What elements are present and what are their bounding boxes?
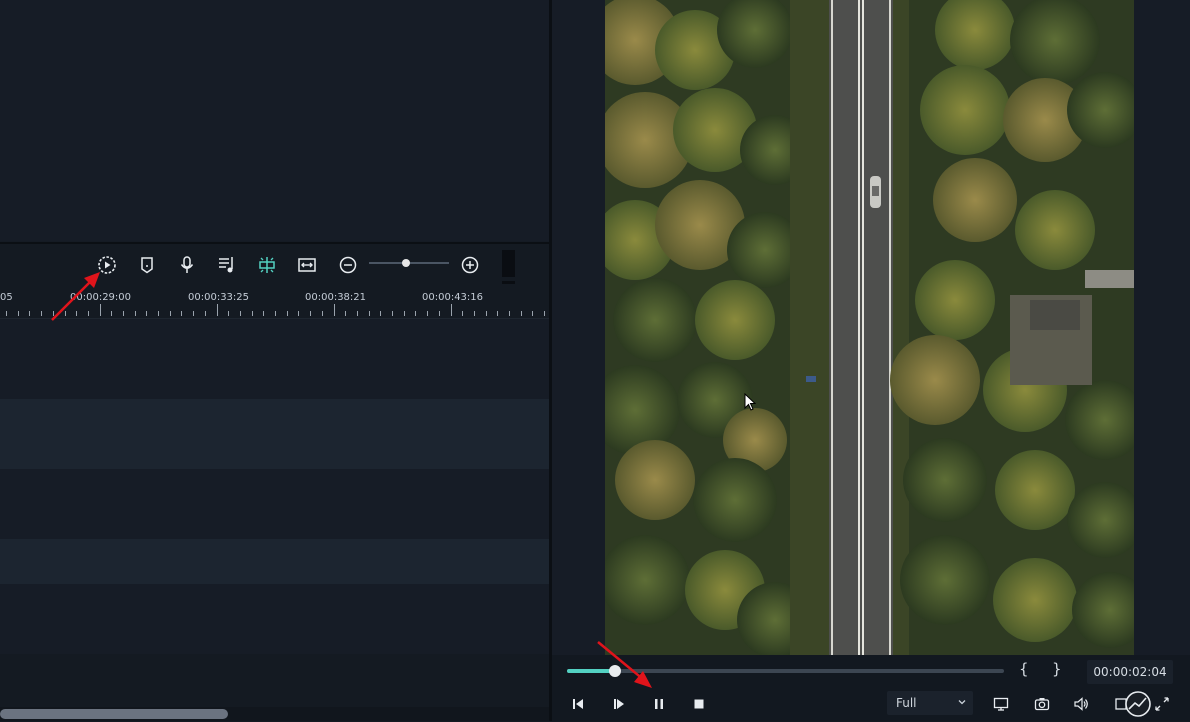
panel-layout-toggle[interactable] (502, 250, 531, 308)
ruler-label: 00:00:38:21 (305, 292, 367, 303)
ruler-label: 00:00:33:25 (188, 292, 250, 303)
ruler-tick (240, 311, 241, 316)
ruler-tick (29, 311, 30, 316)
video-frame (605, 0, 1134, 655)
timeline-zoom-thumb[interactable] (402, 259, 410, 267)
mark-out-button[interactable]: } (1052, 660, 1062, 678)
mouse-cursor-icon (744, 393, 756, 411)
timeline-track[interactable] (0, 399, 549, 469)
ruler-tick (497, 311, 498, 316)
ruler-tick (334, 304, 335, 316)
timecode-display: 00:00:02:04 (1087, 660, 1173, 684)
timeline-track[interactable] (0, 654, 549, 707)
ruler-tick (111, 311, 112, 316)
ruler-tick (18, 311, 19, 316)
play-icon[interactable] (609, 694, 629, 714)
preview-quality-select[interactable]: Full (887, 691, 973, 715)
ruler-tick (451, 304, 452, 316)
ruler-tick (123, 311, 124, 316)
ruler-tick (146, 311, 147, 316)
ruler-tick (345, 311, 346, 316)
snapshot-icon[interactable] (1032, 694, 1052, 714)
stop-icon[interactable] (689, 694, 709, 714)
fullscreen-icon[interactable] (1152, 694, 1172, 714)
pause-icon[interactable] (649, 694, 669, 714)
zoom-out-icon[interactable] (336, 253, 360, 277)
zoom-in-icon[interactable] (458, 253, 482, 277)
ruler-tick (474, 311, 475, 316)
mark-in-button[interactable]: { (1019, 660, 1029, 678)
timeline-track[interactable] (0, 539, 549, 584)
snap-icon[interactable] (255, 253, 279, 277)
ruler-tick (380, 311, 381, 316)
ruler-tick (521, 311, 522, 316)
ruler-tick (392, 311, 393, 316)
ruler-tick (509, 311, 510, 316)
ruler-tick (170, 311, 171, 316)
ruler-tick (158, 311, 159, 316)
volume-icon[interactable] (1071, 694, 1091, 714)
ruler-tick (6, 311, 7, 316)
ruler-tick (135, 311, 136, 316)
audio-mixer-icon[interactable] (215, 253, 239, 277)
preview-quality-label: Full (896, 696, 917, 710)
editor-left-pane: 05 00:00:29:00 00:00:33:25 00:00:38:21 0… (0, 0, 549, 721)
ruler-tick (462, 311, 463, 316)
ruler-tick (193, 311, 194, 316)
ruler-tick (322, 311, 323, 316)
fit-timeline-icon[interactable] (295, 253, 319, 277)
ruler-tick (544, 311, 545, 316)
ruler-tick (310, 311, 311, 316)
ruler-tick (263, 311, 264, 316)
previous-frame-icon[interactable] (568, 694, 588, 714)
ruler-tick (217, 304, 218, 316)
ruler-tick (41, 311, 42, 316)
ruler-tick (404, 311, 405, 316)
ruler-tick (427, 311, 428, 316)
ruler-label: 00:00:43:16 (422, 292, 484, 303)
microphone-icon[interactable] (175, 253, 199, 277)
ruler-tick (287, 311, 288, 316)
timeline-track[interactable] (0, 469, 549, 539)
ruler-tick (181, 311, 182, 316)
timeline-track[interactable] (0, 319, 549, 399)
media-library-area (0, 0, 549, 241)
ruler-tick (486, 311, 487, 316)
ruler-tick (532, 311, 533, 316)
performance-overlay-icon (1124, 690, 1152, 718)
annotation-arrow-icon (597, 641, 652, 688)
annotation-arrow-icon (51, 272, 100, 321)
ruler-tick (439, 311, 440, 316)
ruler-label: 05 (0, 292, 13, 303)
ruler-tick (357, 311, 358, 316)
ruler-tick (252, 311, 253, 316)
ruler-tick (205, 311, 206, 316)
timeline-scrollbar[interactable] (0, 709, 228, 719)
ruler-tick (415, 311, 416, 316)
display-icon[interactable] (991, 694, 1011, 714)
chevron-down-icon (958, 700, 966, 705)
timeline-track[interactable] (0, 584, 549, 654)
ruler-tick (369, 311, 370, 316)
marker-icon[interactable] (135, 253, 159, 277)
ruler-tick (275, 311, 276, 316)
ruler-tick (228, 311, 229, 316)
ruler-tick (298, 311, 299, 316)
